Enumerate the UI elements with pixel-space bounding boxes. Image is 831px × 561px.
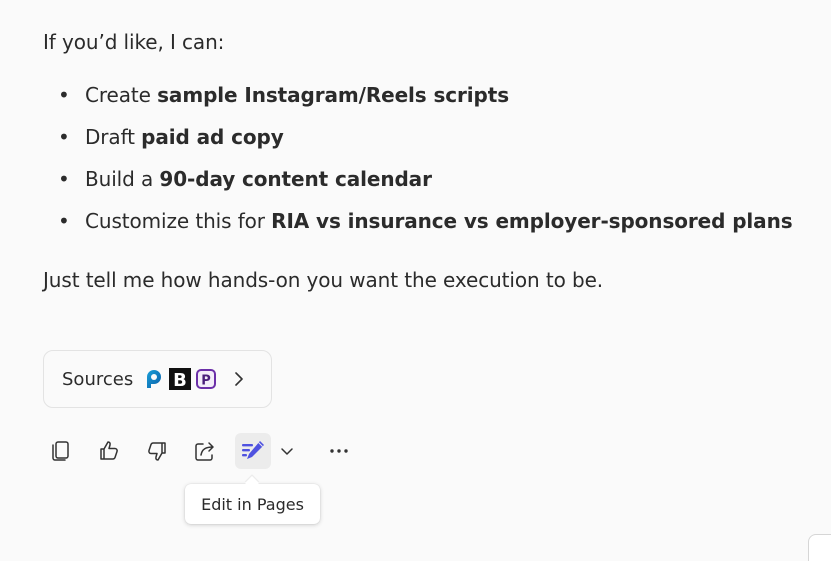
dislike-button[interactable] <box>139 433 175 469</box>
list-item: • Customize this for RIA vs insurance vs… <box>43 204 793 246</box>
sources-button[interactable]: Sources B P <box>43 350 272 408</box>
message-intro: If you’d like, I can: <box>43 30 225 54</box>
share-icon <box>195 442 214 461</box>
message-outro: Just tell me how hands-on you want the e… <box>43 268 604 292</box>
message-actions-toolbar <box>43 432 369 470</box>
share-button[interactable] <box>187 433 223 469</box>
bullet-dot: • <box>58 125 70 149</box>
chevron-right-icon <box>235 372 244 386</box>
b-logo-icon: B <box>169 368 192 390</box>
chevron-down-icon <box>281 448 293 455</box>
bullet-dot: • <box>58 209 70 233</box>
edit-options-dropdown[interactable] <box>275 433 299 469</box>
p-logo-letter: P <box>201 374 211 389</box>
more-options-button[interactable] <box>321 433 357 469</box>
tooltip-text: Edit in Pages <box>201 494 304 514</box>
bullet-bold: sample Instagram/Reels scripts <box>157 83 510 107</box>
bullet-bold: RIA vs insurance vs employer-sponsored p… <box>271 209 793 233</box>
chat-message-area: If you’d like, I can: • Create sample In… <box>0 0 831 561</box>
bullet-bold: paid ad copy <box>141 125 284 149</box>
p-purple-logo-icon: P <box>195 368 217 390</box>
list-item: • Build a 90-day content calendar <box>43 162 793 204</box>
more-icon <box>330 449 348 453</box>
p-logo-icon <box>143 368 165 390</box>
copy-button[interactable] <box>43 433 79 469</box>
b-logo-letter: B <box>173 370 187 390</box>
bullet-prefix: Create <box>85 83 158 107</box>
bullet-dot: • <box>58 83 70 107</box>
like-button[interactable] <box>91 433 127 469</box>
bullet-prefix: Customize this for <box>85 209 272 233</box>
suggestion-list: • Create sample Instagram/Reels scripts … <box>43 78 793 246</box>
thumbs-down-icon <box>148 442 166 461</box>
bullet-prefix: Build a <box>85 167 160 191</box>
list-item: • Create sample Instagram/Reels scripts <box>43 78 793 120</box>
bullet-dot: • <box>58 167 70 191</box>
edit-in-pages-button[interactable] <box>235 433 271 469</box>
copy-icon <box>52 441 69 461</box>
edit-in-pages-tooltip: Edit in Pages <box>185 484 320 524</box>
sources-label: Sources <box>62 368 134 390</box>
list-item: • Draft paid ad copy <box>43 120 793 162</box>
bullet-bold: 90-day content calendar <box>159 167 432 191</box>
edit-in-pages-icon <box>242 441 264 459</box>
thumbs-up-icon <box>100 441 118 460</box>
scroll-to-bottom-button[interactable] <box>808 534 831 561</box>
bullet-prefix: Draft <box>85 125 142 149</box>
